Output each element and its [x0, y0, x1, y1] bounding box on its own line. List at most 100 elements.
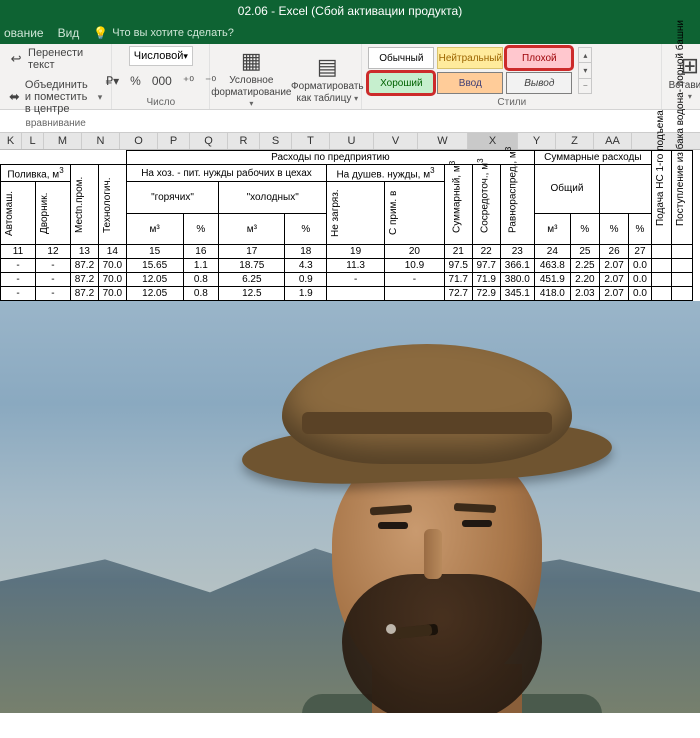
- merge-center-button[interactable]: ⬌ Объединить и поместить в центре ▾: [6, 78, 105, 116]
- column-header-S[interactable]: S: [260, 133, 292, 149]
- cellstyle-normal[interactable]: Обычный: [368, 47, 434, 69]
- cell[interactable]: 12.05: [126, 273, 183, 287]
- cell[interactable]: [385, 287, 445, 301]
- cell[interactable]: 72.9: [472, 287, 500, 301]
- tab-view[interactable]: Вид: [58, 26, 80, 40]
- tell-me[interactable]: 💡 Что вы хотите сделать?: [93, 26, 234, 40]
- column-header-U[interactable]: U: [330, 133, 374, 149]
- table-row[interactable]: --87.270.012.050.86.250.9--71.771.9380.0…: [1, 273, 693, 287]
- cellstyle-output[interactable]: Вывод: [506, 72, 572, 94]
- index-cell[interactable]: 21: [444, 245, 472, 259]
- cell[interactable]: 380.0: [500, 273, 534, 287]
- column-header-M[interactable]: M: [44, 133, 82, 149]
- cell[interactable]: 0.8: [183, 273, 219, 287]
- index-cell[interactable]: 15: [126, 245, 183, 259]
- cell[interactable]: 2.07: [599, 259, 628, 273]
- cellstyle-more[interactable]: ▴ ▾ ⎯: [578, 47, 592, 94]
- cell[interactable]: -: [385, 273, 445, 287]
- cell[interactable]: -: [1, 287, 36, 301]
- cell[interactable]: [327, 287, 385, 301]
- index-cell[interactable]: 20: [385, 245, 445, 259]
- column-header-Q[interactable]: Q: [190, 133, 228, 149]
- cell[interactable]: 0.0: [629, 259, 652, 273]
- cell[interactable]: 0.8: [183, 287, 219, 301]
- cell[interactable]: 4.3: [285, 259, 327, 273]
- cell[interactable]: 97.5: [444, 259, 472, 273]
- cell[interactable]: 71.9: [472, 273, 500, 287]
- cell[interactable]: -: [1, 273, 36, 287]
- cell[interactable]: -: [327, 273, 385, 287]
- index-cell[interactable]: 11: [1, 245, 36, 259]
- conditional-formatting-button[interactable]: ▦ Условное форматирование ▾: [216, 46, 286, 110]
- cell[interactable]: 6.25: [219, 273, 285, 287]
- tab-partial[interactable]: ование: [4, 26, 44, 40]
- percent-button[interactable]: %: [126, 72, 145, 90]
- cell[interactable]: -: [35, 273, 70, 287]
- index-cell[interactable]: 27: [629, 245, 652, 259]
- data-rows[interactable]: --87.270.015.651.118.754.311.310.997.597…: [1, 259, 693, 301]
- increase-decimal-button[interactable]: ⁺⁰: [179, 72, 198, 90]
- index-cell[interactable]: 12: [35, 245, 70, 259]
- cell[interactable]: -: [35, 287, 70, 301]
- cell[interactable]: 345.1: [500, 287, 534, 301]
- index-cell[interactable]: 19: [327, 245, 385, 259]
- currency-button[interactable]: ₽▾: [101, 72, 123, 90]
- index-cell[interactable]: 26: [599, 245, 628, 259]
- cell[interactable]: 87.2: [70, 287, 98, 301]
- index-cell[interactable]: 13: [70, 245, 98, 259]
- cell[interactable]: 97.7: [472, 259, 500, 273]
- cell[interactable]: 70.0: [98, 273, 126, 287]
- cellstyle-input[interactable]: Ввод: [437, 72, 503, 94]
- cell[interactable]: 72.7: [444, 287, 472, 301]
- cell[interactable]: -: [1, 259, 36, 273]
- column-header-Y[interactable]: Y: [518, 133, 556, 149]
- index-cell[interactable]: 23: [500, 245, 534, 259]
- cell[interactable]: 1.9: [285, 287, 327, 301]
- column-header-P[interactable]: P: [158, 133, 190, 149]
- cell[interactable]: 418.0: [534, 287, 570, 301]
- cell[interactable]: 2.25: [570, 259, 599, 273]
- cell[interactable]: 70.0: [98, 287, 126, 301]
- cell[interactable]: 2.20: [570, 273, 599, 287]
- index-cell[interactable]: 22: [472, 245, 500, 259]
- table-row[interactable]: --87.270.015.651.118.754.311.310.997.597…: [1, 259, 693, 273]
- cell[interactable]: 87.2: [70, 273, 98, 287]
- number-format-combo[interactable]: Числовой ▾: [129, 46, 193, 66]
- spreadsheet-table[interactable]: Расходы по предприятию Суммарные расходы…: [0, 150, 693, 301]
- column-header-V[interactable]: V: [374, 133, 418, 149]
- cell[interactable]: 87.2: [70, 259, 98, 273]
- cell[interactable]: 0.0: [629, 287, 652, 301]
- index-cell[interactable]: 16: [183, 245, 219, 259]
- column-header-Z[interactable]: Z: [556, 133, 594, 149]
- cell[interactable]: 451.9: [534, 273, 570, 287]
- cell[interactable]: 0.0: [629, 273, 652, 287]
- cell[interactable]: 0.9: [285, 273, 327, 287]
- index-cell[interactable]: 17: [219, 245, 285, 259]
- index-cell[interactable]: 25: [570, 245, 599, 259]
- index-cell[interactable]: 24: [534, 245, 570, 259]
- comma-button[interactable]: 000: [148, 72, 176, 90]
- column-header-L[interactable]: L: [22, 133, 44, 149]
- column-header-O[interactable]: O: [120, 133, 158, 149]
- cell[interactable]: 2.07: [599, 287, 628, 301]
- cell[interactable]: 10.9: [385, 259, 445, 273]
- cellstyle-bad[interactable]: Плохой: [506, 47, 572, 69]
- cell[interactable]: 12.5: [219, 287, 285, 301]
- wrap-text-button[interactable]: ↩ Перенести текст: [6, 46, 105, 72]
- cell[interactable]: 2.03: [570, 287, 599, 301]
- cell[interactable]: 11.3: [327, 259, 385, 273]
- cell[interactable]: 70.0: [98, 259, 126, 273]
- cell[interactable]: 12.05: [126, 287, 183, 301]
- index-cell[interactable]: 18: [285, 245, 327, 259]
- column-header-AA[interactable]: AA: [594, 133, 632, 149]
- cellstyle-neutral[interactable]: Нейтральный: [437, 47, 503, 69]
- table-row[interactable]: --87.270.012.050.812.51.972.772.9345.141…: [1, 287, 693, 301]
- cell[interactable]: 2.07: [599, 273, 628, 287]
- column-header-N[interactable]: N: [82, 133, 120, 149]
- cell[interactable]: 18.75: [219, 259, 285, 273]
- format-as-table-button[interactable]: ▤ Форматировать как таблицу ▾: [292, 52, 362, 104]
- column-header-W[interactable]: W: [418, 133, 468, 149]
- cell[interactable]: 366.1: [500, 259, 534, 273]
- cell[interactable]: 1.1: [183, 259, 219, 273]
- column-header-T[interactable]: T: [292, 133, 330, 149]
